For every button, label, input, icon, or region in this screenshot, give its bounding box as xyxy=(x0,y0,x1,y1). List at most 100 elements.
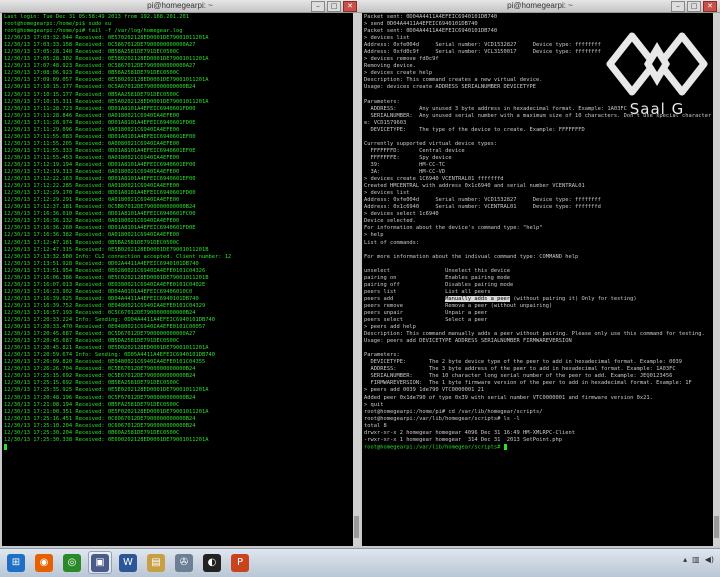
console-line: ADDRESS: The 3 byte address of the peer … xyxy=(364,366,676,373)
log-line: 12/30/13 17:13:32.580 Info: CLI connecti… xyxy=(4,253,232,260)
explorer-icon[interactable]: ▤ xyxy=(144,551,168,574)
scroll-thumb[interactable] xyxy=(714,516,719,538)
console-line: Parameters: xyxy=(364,352,400,359)
log-line: 12/30/13 17:12:22.285 Received: 0A018002… xyxy=(4,183,180,190)
log-line: 12/30/13 17:12:22.163 Received: 0D01A810… xyxy=(4,176,196,183)
console-line: FIRMWAREVERSION: The 1 byte firmware ver… xyxy=(364,380,692,387)
console-line: pairing on Enables pairing mode xyxy=(364,274,511,281)
left-scrollbar[interactable] xyxy=(353,13,360,546)
maximize-button[interactable]: □ xyxy=(327,1,341,12)
left-titlebar[interactable]: pi@homegearpi: ~ – □ ✕ xyxy=(0,0,360,13)
obs-icon-glyph: ◐ xyxy=(203,553,221,572)
console-line: Usage: peers add DEVICETYPE ADDRESS SERI… xyxy=(364,338,572,345)
console-line: peers add Manually adds a peer (without … xyxy=(364,295,637,302)
word-icon-glyph: W xyxy=(119,553,137,572)
console-line: > peers add 0039 1de790 VTC0000001 21 xyxy=(364,387,485,394)
log-line: 12/30/13 17:11:28.974 Received: 0D01A810… xyxy=(4,119,196,126)
logo-mark-icon xyxy=(606,32,708,96)
putty-icon[interactable]: ▣ xyxy=(88,551,112,574)
console-line: pairing off Disables pairing mode xyxy=(364,281,514,288)
log-line: 12/30/13 17:10:15.177 Received: 0C5A6701… xyxy=(4,84,196,91)
network-icon[interactable]: ▥ xyxy=(692,555,700,564)
obs-icon[interactable]: ◐ xyxy=(200,551,224,574)
log-line: 12/30/13 17:11:29.096 Received: 0A018002… xyxy=(4,126,180,133)
left-terminal-output[interactable]: Last login: Tue Dec 31 05:58:49 2013 fro… xyxy=(2,13,353,546)
log-line: 12/30/13 17:05:28.302 Received: 0E580202… xyxy=(4,56,209,63)
console-line: For information about the device's comma… xyxy=(364,225,543,232)
log-line: 12/30/13 17:20:48.196 Received: 0C5F6701… xyxy=(4,394,196,401)
close-button[interactable]: ✕ xyxy=(703,1,717,12)
putty-icon-glyph: ▣ xyxy=(91,553,109,572)
console-line: For more information about the indivual … xyxy=(364,253,579,260)
console-line: 39: HM-CC-TC xyxy=(364,161,446,168)
log-line: 12/30/13 17:20:33.224 Info: Sending: 0D0… xyxy=(4,317,215,324)
log-line: 12/30/13 17:16:23.902 Received: 0D04A010… xyxy=(4,288,193,295)
log-line: 12/30/13 17:16:36.260 Received: 0D01A810… xyxy=(4,225,196,232)
right-scrollbar[interactable] xyxy=(713,13,720,546)
log-line: 12/30/13 17:12:19.194 Received: 0D01A810… xyxy=(4,161,196,168)
log-line: 12/30/13 17:25:16.451 Received: 0C606701… xyxy=(4,415,196,422)
volume-icon[interactable]: ◀) xyxy=(705,555,714,564)
console-line: Device selected. xyxy=(364,218,416,225)
log-line: 12/30/13 17:20:33.470 Received: 0E048002… xyxy=(4,324,206,331)
console-line: peers list List all peers xyxy=(364,288,491,295)
log-line: 12/30/13 17:11:55.333 Received: 0D01A810… xyxy=(4,147,196,154)
left-terminal-window[interactable]: pi@homegearpi: ~ – □ ✕ Last login: Tue D… xyxy=(0,0,360,548)
right-terminal-window[interactable]: pi@homegearpi: ~ – □ ✕ Packet sent: 0D04… xyxy=(360,0,720,548)
log-line: 12/30/13 17:20:59.674 Info: Sending: 0D0… xyxy=(4,352,215,359)
console-line: > quit xyxy=(364,401,384,408)
tray-arrow-icon[interactable]: ▴ xyxy=(683,555,687,564)
right-window-title: pi@homegearpi: ~ xyxy=(507,1,573,10)
start-button[interactable]: ⊞ xyxy=(4,551,28,574)
log-line: 12/30/13 17:16:39.752 Received: 0E048002… xyxy=(4,302,206,309)
selected-text[interactable]: Manually adds a peer xyxy=(445,295,511,302)
firefox-icon[interactable]: ◉ xyxy=(32,551,56,574)
scroll-thumb[interactable] xyxy=(354,516,359,538)
minimize-button[interactable]: – xyxy=(671,1,685,12)
log-line: 12/30/13 17:21:00.351 Received: 0E5F0202… xyxy=(4,408,209,415)
log-line: 12/30/13 17:25:15.692 Received: 0B5EA258… xyxy=(4,380,180,387)
log-line: 12/30/13 17:12:47.315 Received: 0E5B0202… xyxy=(4,246,209,253)
console-line: unselect Unselect this device xyxy=(364,267,511,274)
log-line: 12/30/13 17:05:28.148 Received: 0B58A258… xyxy=(4,49,180,56)
log-line: 12/30/13 17:12:47.181 Received: 0B5BA258… xyxy=(4,239,180,246)
console-line: Created HMCENTRAL with address 0x1c6940 … xyxy=(364,183,585,190)
console-line: > devices list xyxy=(364,190,410,197)
log-line: 12/30/13 17:16:57.193 Received: 0C5C6701… xyxy=(4,309,196,316)
log-line: 12/30/13 17:10:15.311 Received: 0E5A0202… xyxy=(4,98,209,105)
log-line: 12/30/13 17:11:55.205 Received: 0A008002… xyxy=(4,140,180,147)
console-line: Address: 0x1c6940 Serial number: VCENTRA… xyxy=(364,204,601,211)
log-line: 12/30/13 17:10:15.177 Received: 0B5AA258… xyxy=(4,91,180,98)
right-titlebar[interactable]: pi@homegearpi: ~ – □ ✕ xyxy=(360,0,720,13)
log-line: 12/30/13 17:20:45.687 Received: 0B5DA258… xyxy=(4,338,180,345)
log-line: 12/30/13 17:26:09.820 Received: 0E048002… xyxy=(4,359,206,366)
log-line: 12/30/13 17:21:08.194 Received: 0B5FA258… xyxy=(4,401,180,408)
console-line: root@homegearpi:/home/pi# cd /var/lib/ho… xyxy=(364,408,543,415)
log-line: 12/30/13 17:11:28.846 Received: 0A018002… xyxy=(4,112,180,119)
log-line: 12/30/13 17:16:07.013 Received: 0E038002… xyxy=(4,281,206,288)
close-button[interactable]: ✕ xyxy=(343,1,357,12)
log-line: 12/30/13 17:25:30.338 Received: 0E600202… xyxy=(4,436,209,443)
minimize-button[interactable]: – xyxy=(311,1,325,12)
console-line: > help xyxy=(364,232,384,239)
console-line: root@homegearpi:/var/lib/homegear/script… xyxy=(364,443,711,451)
log-line: 12/30/13 17:25:35.925 Received: 0E5E0202… xyxy=(4,387,209,394)
log-line: 12/30/13 17:03:32.044 Received: 0E570202… xyxy=(4,35,209,42)
log-line: 12/30/13 17:16:36.010 Received: 0D01A810… xyxy=(4,211,196,218)
console-line: 3A: HM-CC-VD xyxy=(364,169,446,176)
powerpoint-icon[interactable]: P xyxy=(228,551,252,574)
log-line: 12/30/13 17:12:29.170 Received: 0D01A810… xyxy=(4,190,196,197)
chrome-icon[interactable]: ◎ xyxy=(60,551,84,574)
console-line: Description: This command manually adds … xyxy=(364,331,705,338)
tools-icon[interactable]: ✇ xyxy=(172,551,196,574)
log-line: root@homegearpi:/home/pi# tail -f /var/l… xyxy=(4,28,183,35)
system-tray[interactable]: ▴ ▥ ◀) xyxy=(683,555,714,564)
console-line: Address: 0xfe004d Serial number: VCD1532… xyxy=(364,197,601,204)
log-line: root@homegearpi:/home/pi$ sudo su xyxy=(4,21,112,28)
log-line: 12/30/13 17:03:33.158 Received: 0C586701… xyxy=(4,42,196,49)
log-line: 12/30/13 17:09:09.057 Received: 0E580202… xyxy=(4,77,209,84)
word-icon[interactable]: W xyxy=(116,551,140,574)
maximize-button[interactable]: □ xyxy=(687,1,701,12)
